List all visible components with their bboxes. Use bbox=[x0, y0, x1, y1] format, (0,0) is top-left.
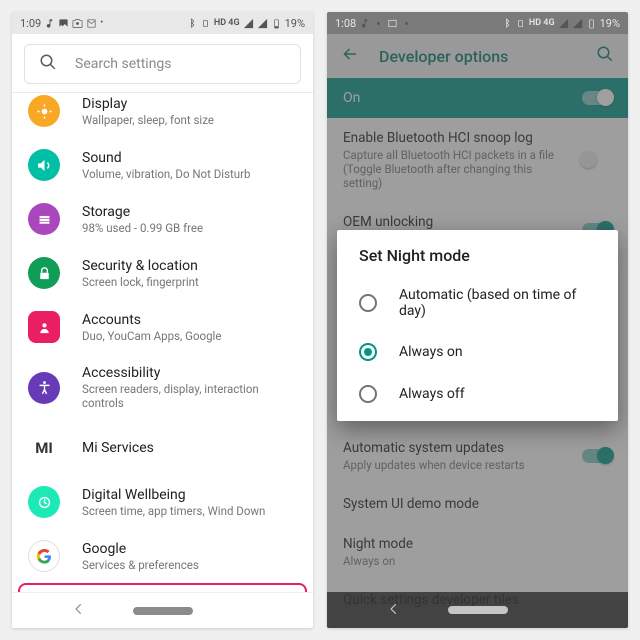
battery-pct: 19% bbox=[285, 17, 305, 30]
settings-list: DisplayWallpaper, sleep, font size Sound… bbox=[12, 93, 313, 628]
google-icon bbox=[28, 540, 60, 572]
radio-icon bbox=[359, 385, 377, 403]
camera-icon-2 bbox=[401, 18, 412, 29]
account-icon bbox=[28, 311, 60, 343]
nav-bar bbox=[327, 592, 628, 628]
signal-icon-2 bbox=[572, 18, 583, 29]
radio-icon bbox=[359, 343, 377, 361]
network-label: HD 4G bbox=[529, 18, 555, 28]
developer-options-screen: 1:08 HD 4G 19% Developer options On Enab… bbox=[327, 12, 628, 628]
search-placeholder: Search settings bbox=[75, 56, 172, 72]
search-icon bbox=[39, 53, 57, 75]
mail-icon bbox=[387, 18, 398, 29]
battery-pct: 19% bbox=[600, 17, 620, 30]
radio-icon bbox=[359, 294, 377, 312]
item-wellbeing[interactable]: Digital WellbeingScreen time, app timers… bbox=[12, 475, 313, 529]
option-always-off[interactable]: Always off bbox=[337, 373, 618, 415]
battery-icon bbox=[271, 18, 282, 29]
volume-icon bbox=[28, 149, 60, 181]
battery-icon bbox=[586, 18, 597, 29]
camera-icon bbox=[373, 18, 384, 29]
item-mi[interactable]: MI Mi Services bbox=[12, 421, 313, 475]
sun-icon bbox=[28, 95, 60, 127]
item-accounts[interactable]: AccountsDuo, YouCam Apps, Google bbox=[12, 300, 313, 354]
status-bar: 1:09 • HD 4G 19% bbox=[12, 12, 313, 34]
vibrate-icon bbox=[200, 18, 211, 29]
music-icon bbox=[359, 18, 370, 29]
wellbeing-icon bbox=[28, 486, 60, 518]
accessibility-icon bbox=[28, 372, 60, 404]
storage-icon bbox=[28, 203, 60, 235]
image-icon bbox=[58, 18, 69, 29]
night-mode-dialog: Set Night mode Automatic (based on time … bbox=[337, 230, 618, 421]
home-pill[interactable] bbox=[133, 607, 193, 615]
item-sound[interactable]: SoundVolume, vibration, Do Not Disturb bbox=[12, 138, 313, 192]
status-bar: 1:08 HD 4G 19% bbox=[327, 12, 628, 34]
item-storage[interactable]: Storage98% used - 0.99 GB free bbox=[12, 192, 313, 246]
search-settings[interactable]: Search settings bbox=[24, 44, 301, 84]
mi-icon: MI bbox=[28, 432, 60, 464]
signal-icon bbox=[558, 18, 569, 29]
item-accessibility[interactable]: AccessibilityScreen readers, display, in… bbox=[12, 354, 313, 421]
item-display[interactable]: DisplayWallpaper, sleep, font size bbox=[12, 93, 313, 138]
camera-icon bbox=[72, 18, 83, 29]
bluetooth-icon bbox=[501, 18, 512, 29]
option-always-on[interactable]: Always on bbox=[337, 331, 618, 373]
bluetooth-icon bbox=[186, 18, 197, 29]
clock: 1:08 bbox=[335, 17, 356, 30]
back-icon[interactable] bbox=[72, 601, 86, 620]
mail-icon bbox=[86, 18, 97, 29]
settings-screen: 1:09 • HD 4G 19% Search settings Display… bbox=[12, 12, 313, 628]
option-automatic[interactable]: Automatic (based on time of day) bbox=[337, 275, 618, 331]
lock-icon bbox=[28, 257, 60, 289]
dialog-title: Set Night mode bbox=[337, 246, 618, 275]
item-google[interactable]: GoogleServices & preferences bbox=[12, 529, 313, 583]
network-label: HD 4G bbox=[214, 18, 240, 28]
item-security[interactable]: Security & locationScreen lock, fingerpr… bbox=[12, 246, 313, 300]
back-icon[interactable] bbox=[387, 601, 401, 620]
nav-bar bbox=[12, 592, 313, 628]
signal-icon-2 bbox=[257, 18, 268, 29]
home-pill[interactable] bbox=[448, 606, 508, 614]
vibrate-icon bbox=[515, 18, 526, 29]
clock: 1:09 bbox=[20, 17, 41, 30]
more-icon: • bbox=[100, 18, 103, 28]
music-icon bbox=[44, 18, 55, 29]
signal-icon bbox=[243, 18, 254, 29]
